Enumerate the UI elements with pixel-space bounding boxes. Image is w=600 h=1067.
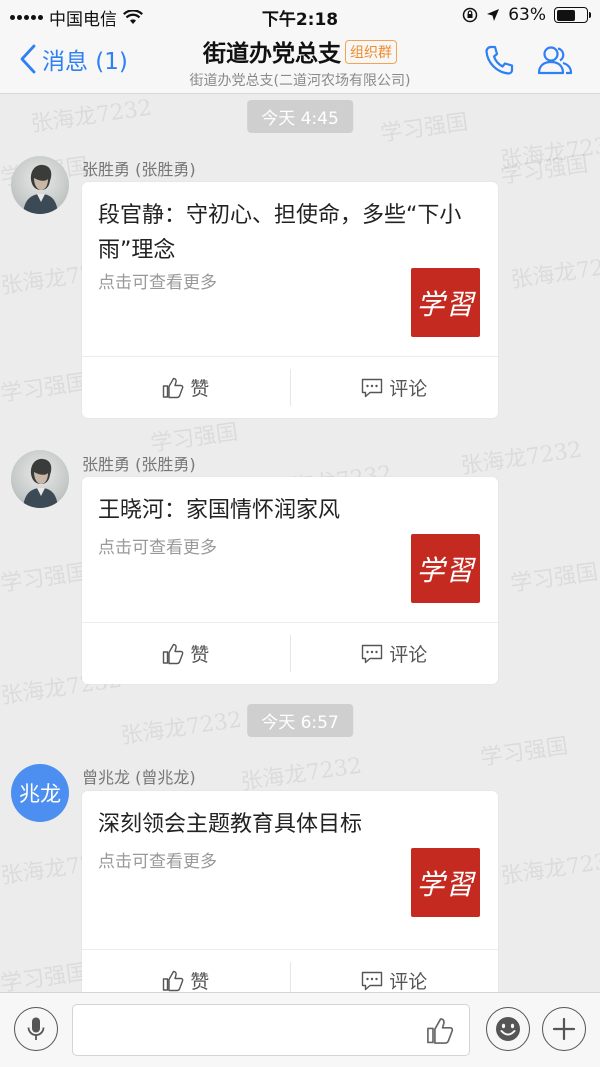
watermark-text: 学习强国 bbox=[479, 733, 570, 771]
watermark-text: 张海龙7232 bbox=[239, 753, 364, 796]
watermark-text: 张海龙7232 bbox=[119, 707, 244, 750]
message-input[interactable] bbox=[72, 1004, 470, 1056]
article-card[interactable]: 段官静：守初心、担使命，多些“下小雨”理念 点击可查看更多 学習 赞 评论 bbox=[82, 182, 498, 418]
status-right: 63% bbox=[462, 5, 591, 25]
like-label: 赞 bbox=[190, 378, 210, 400]
call-button[interactable] bbox=[484, 44, 514, 80]
comment-icon bbox=[362, 644, 383, 663]
thumbnail-logo-text: 学習 bbox=[416, 553, 475, 587]
article-hint: 点击可查看更多 bbox=[98, 852, 217, 872]
nav-bar: 消息 (1) 街道办党总支 组织群 街道办党总支(二道河农场有限公司) bbox=[0, 30, 600, 94]
orientation-lock-icon bbox=[462, 7, 478, 23]
watermark-text: 学习强国 bbox=[499, 151, 590, 189]
battery-icon bbox=[554, 7, 591, 23]
like-button[interactable]: 赞 bbox=[82, 357, 290, 418]
members-button[interactable] bbox=[536, 44, 574, 80]
article-card[interactable]: 王晓河：家国情怀润家风 点击可查看更多 学習 赞 评论 bbox=[82, 477, 498, 684]
article-hint: 点击可查看更多 bbox=[98, 538, 217, 558]
avatar-photo-icon bbox=[23, 458, 58, 508]
comment-label: 评论 bbox=[389, 644, 428, 666]
battery-percent: 63% bbox=[508, 5, 546, 25]
timestamp: 今天 4:45 bbox=[247, 100, 353, 133]
like-label: 赞 bbox=[190, 971, 210, 992]
sender-name: 张胜勇 (张胜勇) bbox=[82, 455, 196, 474]
article-thumbnail: 学習 bbox=[411, 534, 480, 603]
watermark-text: 学习强国 bbox=[0, 959, 90, 992]
microphone-icon bbox=[27, 1017, 45, 1040]
plus-icon bbox=[552, 1017, 576, 1041]
comment-label: 评论 bbox=[389, 971, 428, 992]
avatar[interactable] bbox=[11, 450, 69, 508]
avatar-photo-icon bbox=[23, 164, 58, 214]
watermark-text: 张海龙7232 bbox=[499, 847, 600, 890]
article-title: 段官静：守初心、担使命，多些“下小雨”理念 bbox=[98, 203, 462, 263]
watermark-text: 张海龙7232 bbox=[509, 251, 600, 294]
chat-area[interactable]: 张海龙7232 学习强国 张海龙7232 学习强国 学习强国 张海龙7232 张… bbox=[0, 94, 600, 992]
voice-button[interactable] bbox=[14, 1007, 58, 1051]
comment-label: 评论 bbox=[389, 378, 428, 400]
watermark-text: 张海龙7232 bbox=[459, 437, 584, 480]
article-card[interactable]: 深刻领会主题教育具体目标 点击可查看更多 学習 赞 评论 bbox=[82, 791, 498, 992]
emoji-icon bbox=[496, 1017, 520, 1041]
comment-icon bbox=[362, 378, 383, 397]
sender-name: 曾兆龙 (曾兆龙) bbox=[82, 768, 196, 787]
comment-button[interactable]: 评论 bbox=[291, 357, 499, 418]
group-type-badge: 组织群 bbox=[345, 40, 397, 64]
avatar-initials: 兆龙 bbox=[19, 782, 61, 806]
status-bar: 中国电信 下午2:18 63% bbox=[0, 0, 600, 30]
thumbnail-logo-text: 学習 bbox=[416, 287, 475, 321]
thumbs-up-icon bbox=[163, 643, 184, 664]
watermark-text: 学习强国 bbox=[0, 559, 90, 597]
comment-button[interactable]: 评论 bbox=[291, 950, 499, 992]
article-thumbnail: 学習 bbox=[411, 268, 480, 337]
group-members-icon bbox=[537, 46, 573, 75]
input-bar bbox=[0, 992, 600, 1067]
watermark-text: 学习强国 bbox=[509, 559, 600, 597]
card-actions: 赞 评论 bbox=[82, 356, 498, 418]
card-actions: 赞 评论 bbox=[82, 949, 498, 992]
thumbs-up-icon bbox=[163, 377, 184, 398]
article-title: 王晓河：家国情怀润家风 bbox=[98, 498, 341, 523]
article-hint: 点击可查看更多 bbox=[98, 273, 217, 293]
article-thumbnail: 学習 bbox=[411, 848, 480, 917]
thumbnail-logo-text: 学習 bbox=[416, 867, 475, 901]
like-button[interactable]: 赞 bbox=[82, 623, 290, 684]
emoji-button[interactable] bbox=[486, 1007, 530, 1051]
sender-name: 张胜勇 (张胜勇) bbox=[82, 160, 196, 179]
battery-level bbox=[556, 9, 575, 21]
like-button[interactable]: 赞 bbox=[82, 950, 290, 992]
add-button[interactable] bbox=[542, 1007, 586, 1051]
watermark-text: 学习强国 bbox=[0, 369, 90, 407]
page-title: 街道办党总支 bbox=[203, 41, 341, 67]
timestamp: 今天 6:57 bbox=[247, 704, 353, 737]
watermark-text: 学习强国 bbox=[379, 109, 470, 147]
location-icon bbox=[487, 9, 500, 21]
avatar[interactable]: 兆龙 bbox=[11, 764, 69, 822]
comment-button[interactable]: 评论 bbox=[291, 623, 499, 684]
like-label: 赞 bbox=[190, 644, 210, 666]
phone-icon bbox=[485, 45, 514, 75]
card-actions: 赞 评论 bbox=[82, 622, 498, 684]
thumbs-up-icon[interactable] bbox=[425, 1017, 455, 1045]
comment-icon bbox=[362, 971, 383, 990]
thumbs-up-icon bbox=[163, 970, 184, 991]
avatar[interactable] bbox=[11, 156, 69, 214]
watermark-text: 张海龙7232 bbox=[29, 95, 154, 138]
watermark-text: 张海龙7232 bbox=[499, 131, 600, 174]
article-title: 深刻领会主题教育具体目标 bbox=[98, 812, 363, 837]
